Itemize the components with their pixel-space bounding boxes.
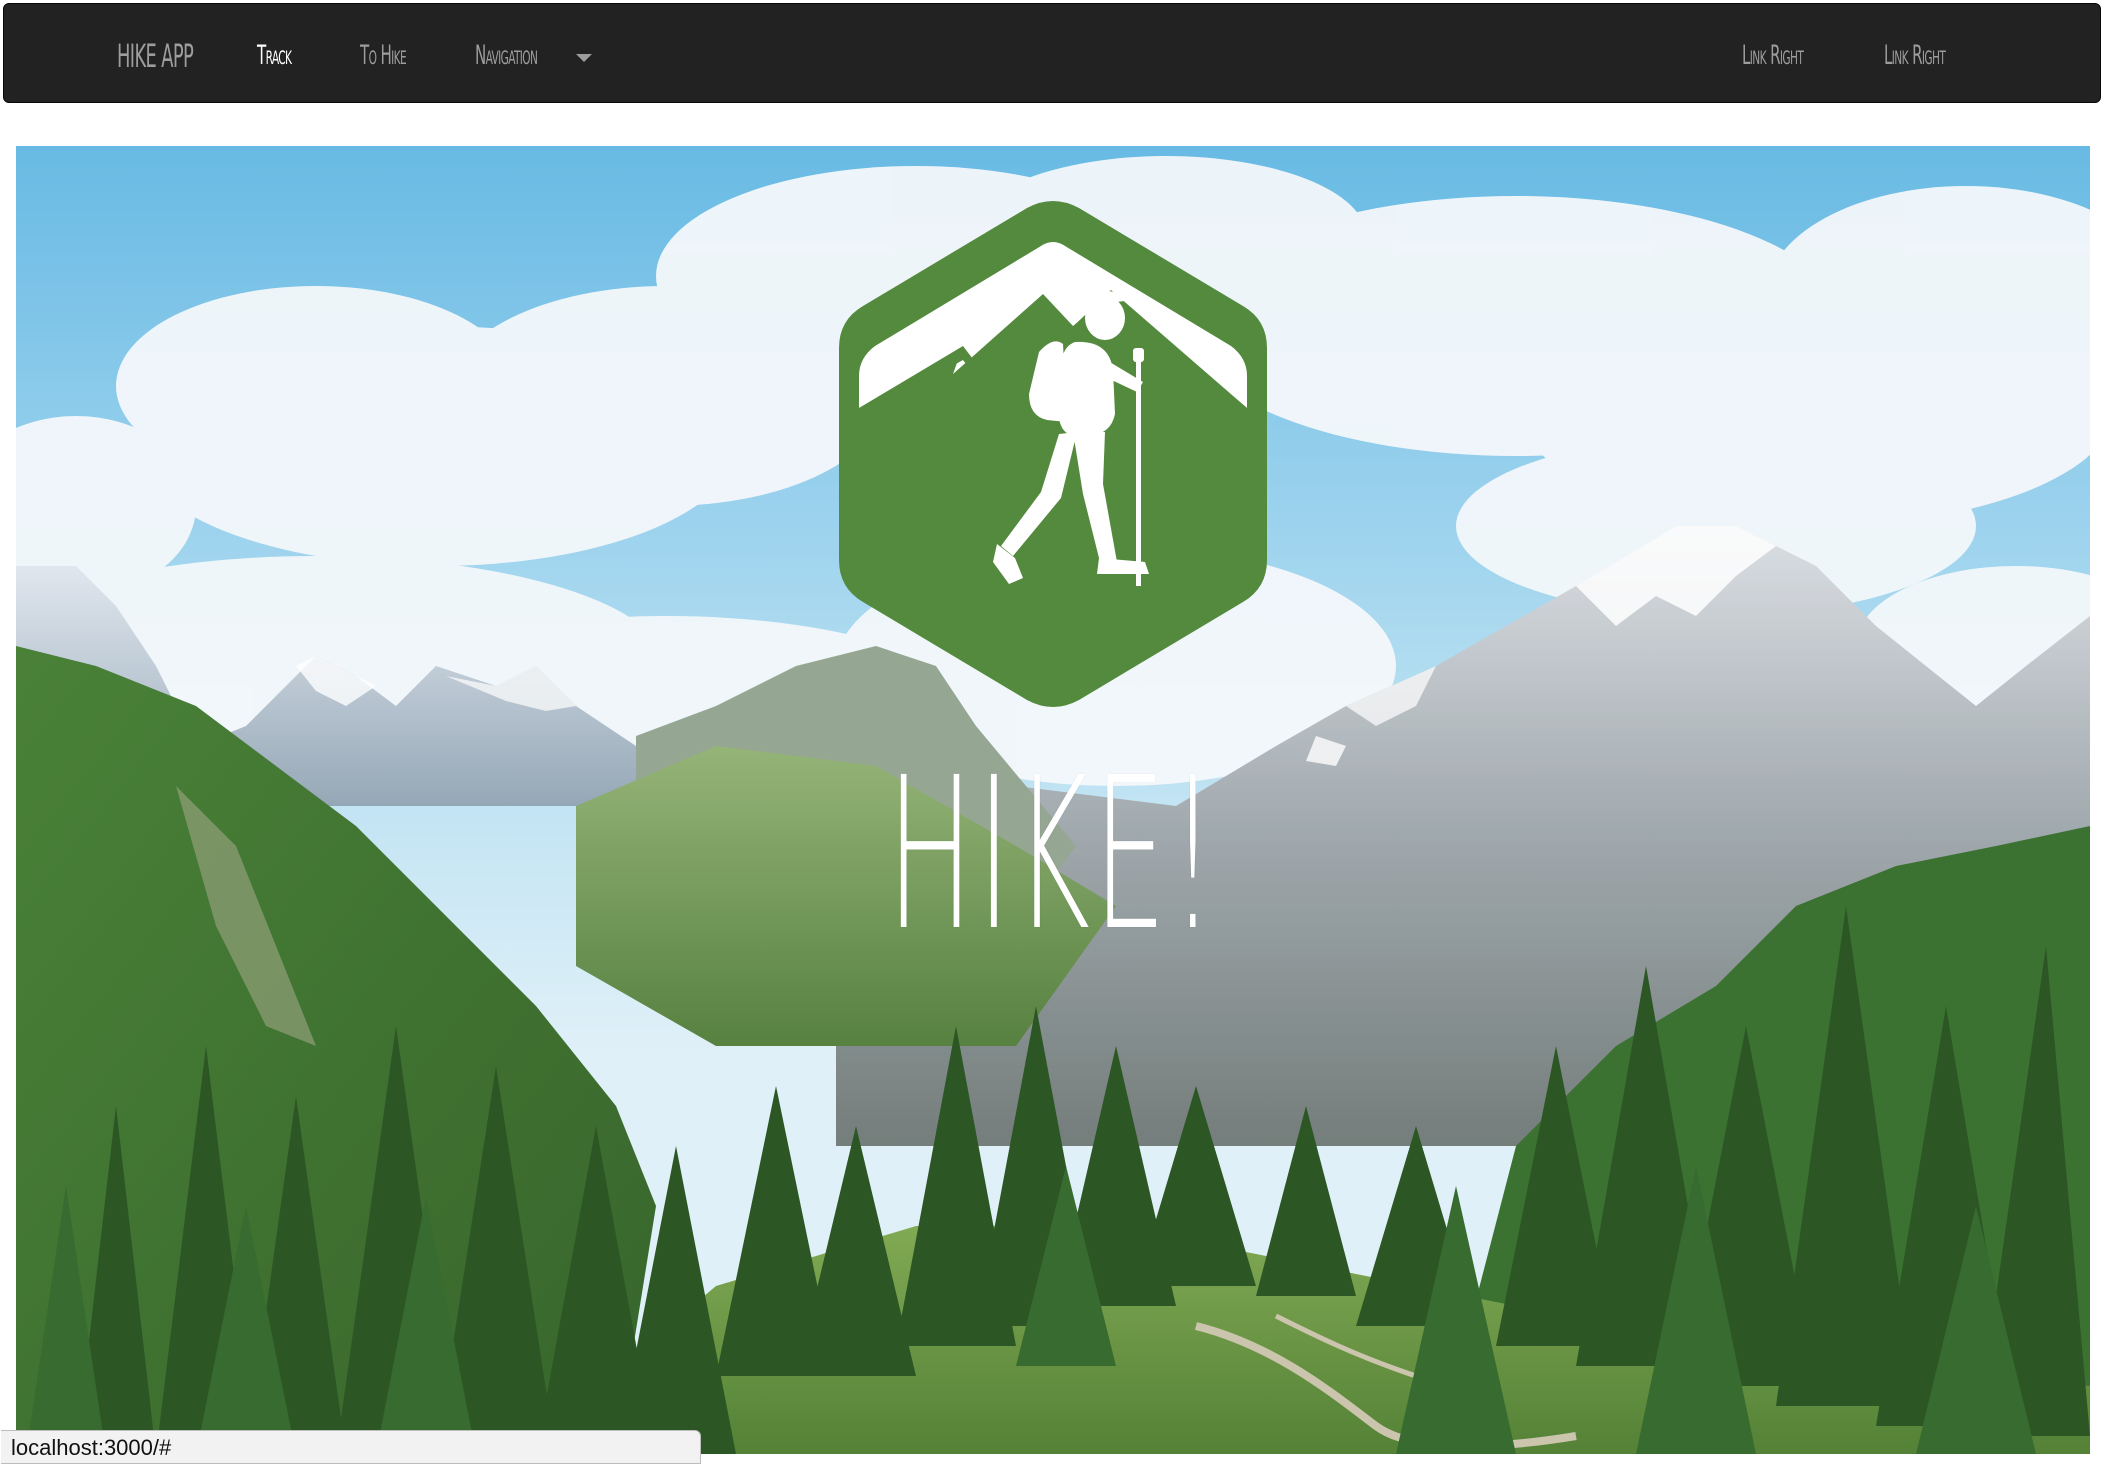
nav-link-right-1[interactable]: Link Right — [1742, 4, 1804, 104]
brand-link[interactable]: HIKE APP — [117, 4, 194, 104]
nav-link-right-2[interactable]: Link Right — [1884, 4, 1946, 104]
caret-down-icon — [576, 54, 592, 62]
nav-item-to-hike[interactable]: To Hike — [360, 4, 407, 104]
page: HIKE APP Track To Hike Navigation Link R… — [0, 0, 2106, 1468]
nav-dropdown-navigation[interactable]: Navigation — [475, 4, 538, 104]
status-bar-url: localhost:3000/# — [1, 1430, 701, 1464]
hero-banner: HIKE! — [16, 146, 2090, 1454]
top-navbar: HIKE APP Track To Hike Navigation Link R… — [3, 3, 2101, 103]
nav-item-track[interactable]: Track — [257, 4, 292, 104]
hero-title: HIKE! — [886, 732, 1220, 977]
